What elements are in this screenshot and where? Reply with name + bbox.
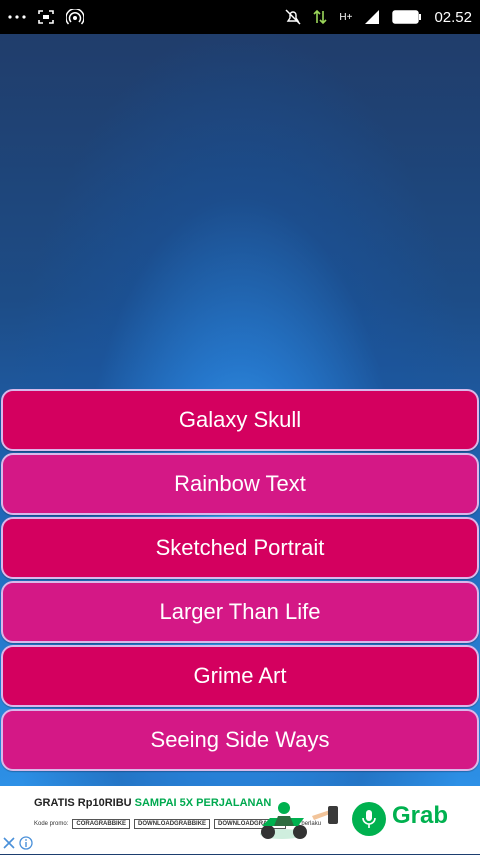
close-icon[interactable] [2, 836, 16, 855]
menu-button-rainbow-text[interactable]: Rainbow Text [1, 453, 479, 515]
promo-code: CORAGRABBIKE [72, 819, 131, 829]
menu-button-sketched-portrait[interactable]: Sketched Portrait [1, 517, 479, 579]
signal-icon [364, 9, 380, 25]
ad-controls [0, 835, 44, 855]
menu-button-galaxy-skull[interactable]: Galaxy Skull [1, 389, 479, 451]
mute-icon [285, 9, 301, 25]
more-dots-icon [8, 14, 26, 20]
scooter-illustration [260, 802, 338, 839]
menu-list: Galaxy Skull Rainbow Text Sketched Portr… [0, 389, 480, 773]
hotspot-icon [66, 9, 84, 25]
status-bar: H+ 02.52 [0, 0, 480, 34]
ad-headline: GRATIS Rp10RIBU SAMPAI 5X PERJALANAN [34, 797, 271, 809]
screenshot-icon [38, 10, 54, 24]
promo-label: Kode promo: [34, 821, 69, 827]
promo-code: DOWNLOADGRABBIKE [134, 819, 211, 829]
network-type: H+ [339, 11, 353, 23]
ad-headline-prefix: GRATIS Rp10RIBU [34, 797, 135, 809]
battery-icon [392, 10, 422, 24]
ad-banner[interactable]: GRATIS Rp10RIBU SAMPAI 5X PERJALANAN Kod… [0, 786, 480, 854]
grab-mic-icon [352, 802, 386, 836]
grab-logo: Grab [392, 802, 449, 829]
menu-button-grime-art[interactable]: Grime Art [1, 645, 479, 707]
data-activity-icon [313, 9, 327, 25]
menu-button-seeing-side-ways[interactable]: Seeing Side Ways [1, 709, 479, 771]
info-icon[interactable] [19, 835, 33, 855]
menu-button-larger-than-life[interactable]: Larger Than Life [1, 581, 479, 643]
clock: 02.52 [434, 8, 472, 26]
